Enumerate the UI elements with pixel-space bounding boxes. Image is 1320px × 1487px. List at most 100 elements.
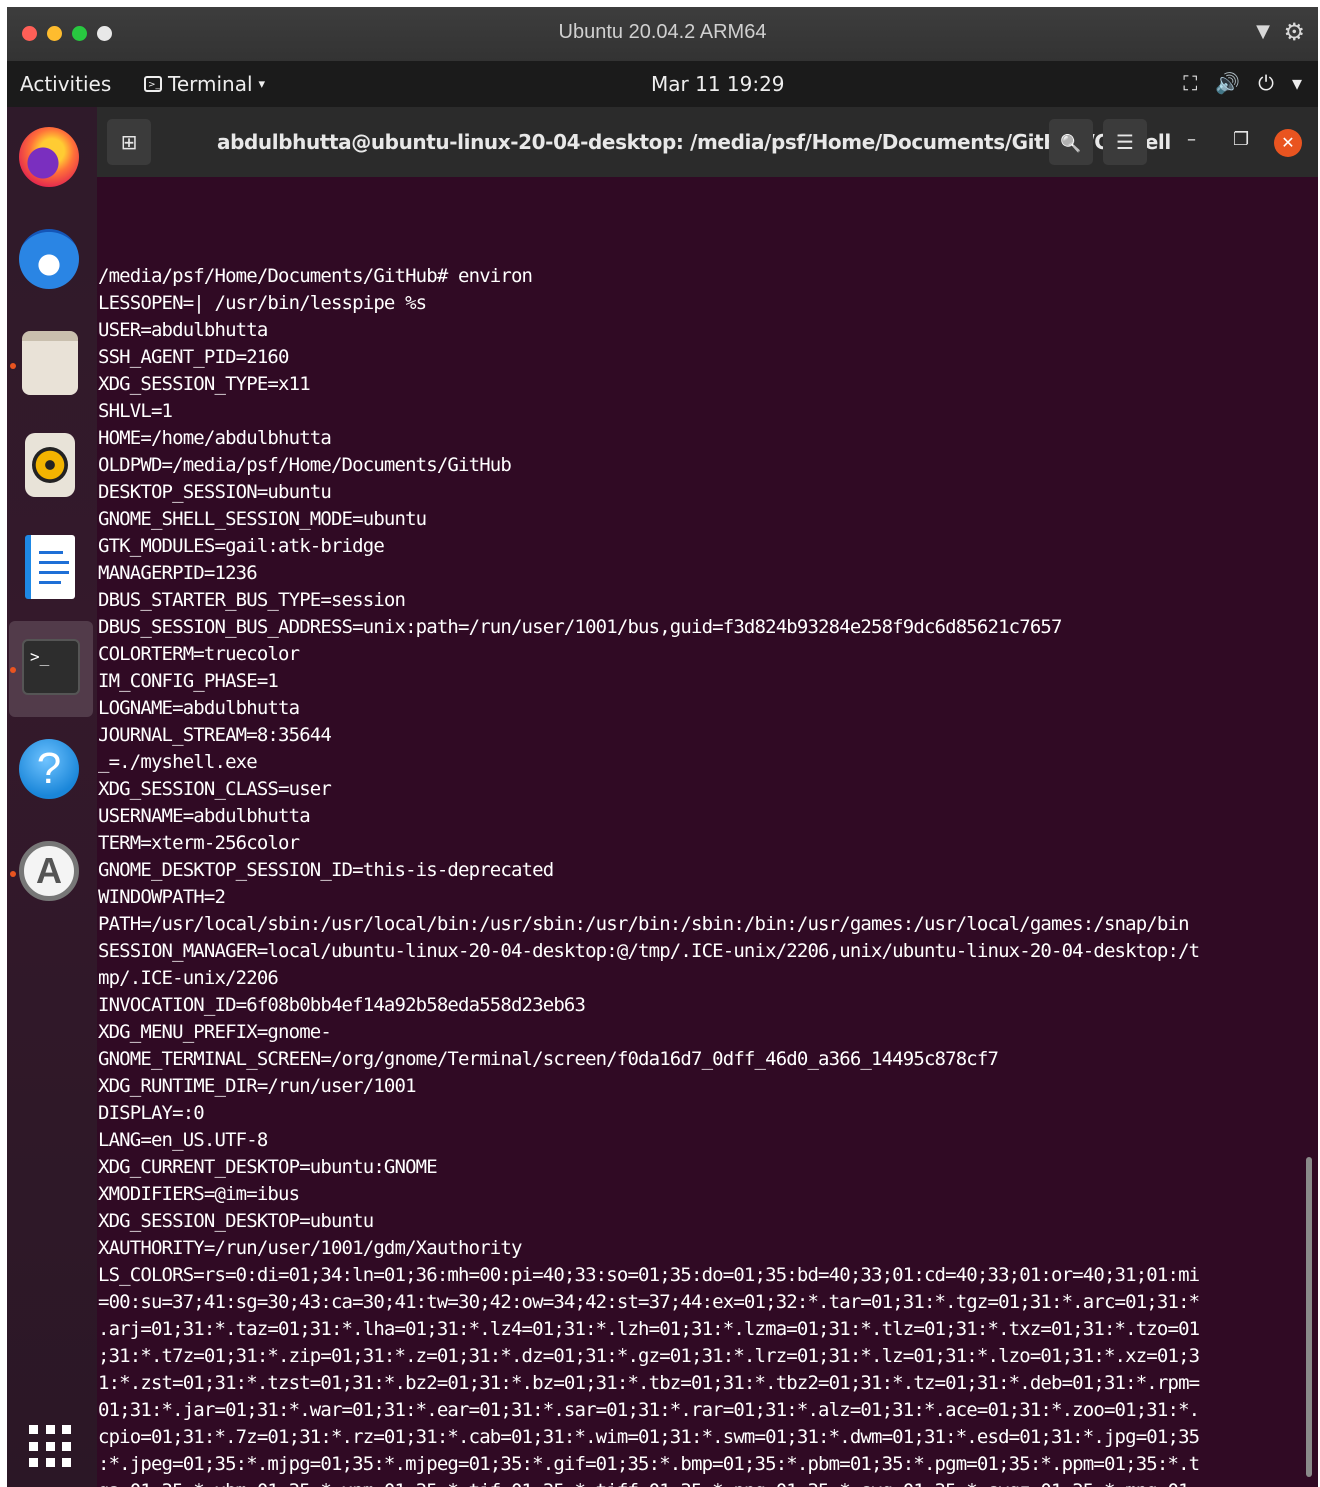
close-icon: ✕ xyxy=(1281,133,1295,152)
system-tray[interactable]: ⛶ 🔊 ⏻ ▾ xyxy=(1183,71,1302,95)
volume-icon: 🔊 xyxy=(1215,71,1241,95)
terminal-line: PATH=/usr/local/sbin:/usr/local/bin:/usr… xyxy=(98,913,1190,935)
terminal-line: IM_CONFIG_PHASE=1 xyxy=(98,670,279,692)
dock: >_ ? A xyxy=(7,107,97,1487)
terminal-line: LS_COLORS=rs=0:di=01;34:ln=01;36:mh=00:p… xyxy=(98,1264,1200,1286)
new-tab-icon: ⊞ xyxy=(120,130,138,154)
terminal-body[interactable]: /media/psf/Home/Documents/GitHub# enviro… xyxy=(97,177,1318,1487)
terminal-line: /media/psf/Home/Documents/GitHub# enviro… xyxy=(98,265,533,287)
terminal-line: WINDOWPATH=2 xyxy=(98,886,226,908)
terminal-line: XDG_SESSION_DESKTOP=ubuntu xyxy=(98,1210,374,1232)
terminal-line: XDG_MENU_PREFIX=gnome- xyxy=(98,1021,332,1043)
network-icon: ⛶ xyxy=(1183,71,1198,95)
dock-item-terminal[interactable]: >_ xyxy=(19,639,83,703)
terminal-line: DISPLAY=:0 xyxy=(98,1102,205,1124)
search-icon: 🔍 xyxy=(1060,134,1082,154)
terminal-line: LANG=en_US.UTF-8 xyxy=(98,1129,268,1151)
maximize-icon: ❐ xyxy=(1233,129,1250,150)
terminal-line: MANAGERPID=1236 xyxy=(98,562,258,584)
terminal-line: ga=01;35:*.xbm=01;35:*.xpm=01;35:*.tif=0… xyxy=(98,1478,1200,1487)
vm-title: Ubuntu 20.04.2 ARM64 xyxy=(558,21,767,43)
terminal-line: OLDPWD=/media/psf/Home/Documents/GitHub xyxy=(98,454,512,476)
ubuntu-software-icon: A xyxy=(19,841,79,901)
terminal-line: XDG_SESSION_TYPE=x11 xyxy=(98,373,311,395)
terminal-title: abdulbhutta@ubuntu-linux-20-04-desktop: … xyxy=(217,130,1171,154)
menu-icon: ☰ xyxy=(1116,130,1134,154)
terminal-header-bar: ⊞ abdulbhutta@ubuntu-linux-20-04-desktop… xyxy=(97,107,1318,177)
terminal-line: LESSOPEN=| /usr/bin/lesspipe %s xyxy=(98,292,427,314)
maximize-button[interactable]: ❐ xyxy=(1233,129,1249,150)
terminal-line: GNOME_DESKTOP_SESSION_ID=this-is-depreca… xyxy=(98,859,554,881)
running-indicator xyxy=(10,363,16,369)
new-tab-button[interactable]: ⊞ xyxy=(107,119,151,165)
terminal-line: USERNAME=abdulbhutta xyxy=(98,805,311,827)
show-applications-icon xyxy=(29,1425,73,1469)
dock-item-files[interactable] xyxy=(19,331,83,395)
minimize-icon: – xyxy=(1187,129,1196,150)
terminal-line: ;31:*.t7z=01;31:*.zip=01;31:*.z=01;31:*.… xyxy=(98,1345,1200,1367)
terminal-line: mp/.ICE-unix/2206 xyxy=(98,967,279,989)
terminal-line: XDG_RUNTIME_DIR=/run/user/1001 xyxy=(98,1075,417,1097)
files-icon xyxy=(22,331,78,395)
terminal-line: INVOCATION_ID=6f08b0bb4ef14a92b58eda558d… xyxy=(98,994,586,1016)
terminal-line: TERM=xterm-256color xyxy=(98,832,300,854)
clock[interactable]: Mar 11 19:29 xyxy=(651,72,785,96)
libreoffice-writer-icon xyxy=(25,535,75,599)
terminal-icon: >_ xyxy=(22,639,80,695)
help-icon: ? xyxy=(19,739,79,799)
terminal-line: GNOME_SHELL_SESSION_MODE=ubuntu xyxy=(98,508,427,530)
vm-title-bar: Ubuntu 20.04.2 ARM64 ▼ ⚙ xyxy=(7,7,1318,61)
thunderbird-icon xyxy=(19,229,79,289)
terminal-app-icon: >_ xyxy=(144,76,162,92)
vm-window: Ubuntu 20.04.2 ARM64 ▼ ⚙ Activities >_ T… xyxy=(7,7,1318,1487)
close-button[interactable]: ✕ xyxy=(1274,129,1302,157)
terminal-line: _=./myshell.exe xyxy=(98,751,258,773)
dock-item-help[interactable]: ? xyxy=(19,739,83,803)
search-button[interactable]: 🔍 xyxy=(1049,119,1093,165)
terminal-output[interactable]: /media/psf/Home/Documents/GitHub# enviro… xyxy=(98,263,1200,1487)
terminal-line: :*.jpeg=01;35:*.mjpg=01;35:*.mjpeg=01;35… xyxy=(98,1453,1200,1475)
terminal-line: GNOME_TERMINAL_SCREEN=/org/gnome/Termina… xyxy=(98,1048,999,1070)
show-applications-button[interactable] xyxy=(19,1425,83,1487)
terminal-line: SESSION_MANAGER=local/ubuntu-linux-20-04… xyxy=(98,940,1200,962)
dock-item-writer[interactable] xyxy=(19,535,83,599)
running-indicator xyxy=(10,667,16,673)
firefox-icon xyxy=(19,127,79,187)
terminal-line: XDG_SESSION_CLASS=user xyxy=(98,778,332,800)
terminal-line: DBUS_SESSION_BUS_ADDRESS=unix:path=/run/… xyxy=(98,616,1062,638)
terminal-line: cpio=01;31:*.7z=01;31:*.rz=01;31:*.cab=0… xyxy=(98,1426,1200,1448)
terminal-line: 01;31:*.jar=01;31:*.war=01;31:*.ear=01;3… xyxy=(98,1399,1200,1421)
app-menu-label: Terminal xyxy=(168,72,253,96)
activities-button[interactable]: Activities xyxy=(20,72,111,96)
terminal-line: SHLVL=1 xyxy=(98,400,173,422)
hamburger-menu-button[interactable]: ☰ xyxy=(1103,119,1147,165)
dock-item-software[interactable]: A xyxy=(19,841,83,905)
minimize-button[interactable]: – xyxy=(1187,129,1196,150)
power-icon: ⏻ xyxy=(1258,71,1274,95)
terminal-scrollbar[interactable] xyxy=(1306,1157,1312,1477)
terminal-line: DBUS_STARTER_BUS_TYPE=session xyxy=(98,589,406,611)
terminal-line: DESKTOP_SESSION=ubuntu xyxy=(98,481,332,503)
terminal-line: .arj=01;31:*.taz=01;31:*.lha=01;31:*.lz4… xyxy=(98,1318,1200,1340)
dock-item-firefox[interactable] xyxy=(19,127,83,191)
dropdown-triangle-icon[interactable]: ▼ xyxy=(1256,21,1270,42)
terminal-line: XDG_CURRENT_DESKTOP=ubuntu:GNOME xyxy=(98,1156,438,1178)
running-indicator xyxy=(10,871,16,877)
terminal-line: =00:su=37;41:sg=30;43:ca=30;41:tw=30;42:… xyxy=(98,1291,1200,1313)
settings-gear-icon[interactable]: ⚙ xyxy=(1283,18,1305,46)
terminal-line: LOGNAME=abdulbhutta xyxy=(98,697,300,719)
terminal-line: 1:*.zst=01;31:*.tzst=01;31:*.bz2=01;31:*… xyxy=(98,1372,1200,1394)
terminal-line: USER=abdulbhutta xyxy=(98,319,268,341)
terminal-line: GTK_MODULES=gail:atk-bridge xyxy=(98,535,385,557)
terminal-line: XMODIFIERS=@im=ibus xyxy=(98,1183,300,1205)
terminal-line: COLORTERM=truecolor xyxy=(98,643,300,665)
chevron-down-icon: ▾ xyxy=(1291,71,1302,95)
terminal-line: SSH_AGENT_PID=2160 xyxy=(98,346,289,368)
terminal-line: JOURNAL_STREAM=8:35644 xyxy=(98,724,332,746)
rhythmbox-icon xyxy=(25,433,75,497)
dock-item-rhythmbox[interactable] xyxy=(19,433,83,497)
app-menu-terminal[interactable]: >_ Terminal ▾ xyxy=(144,72,265,96)
dock-item-thunderbird[interactable] xyxy=(19,229,83,293)
terminal-line: HOME=/home/abdulbhutta xyxy=(98,427,332,449)
chevron-down-icon: ▾ xyxy=(258,76,266,92)
